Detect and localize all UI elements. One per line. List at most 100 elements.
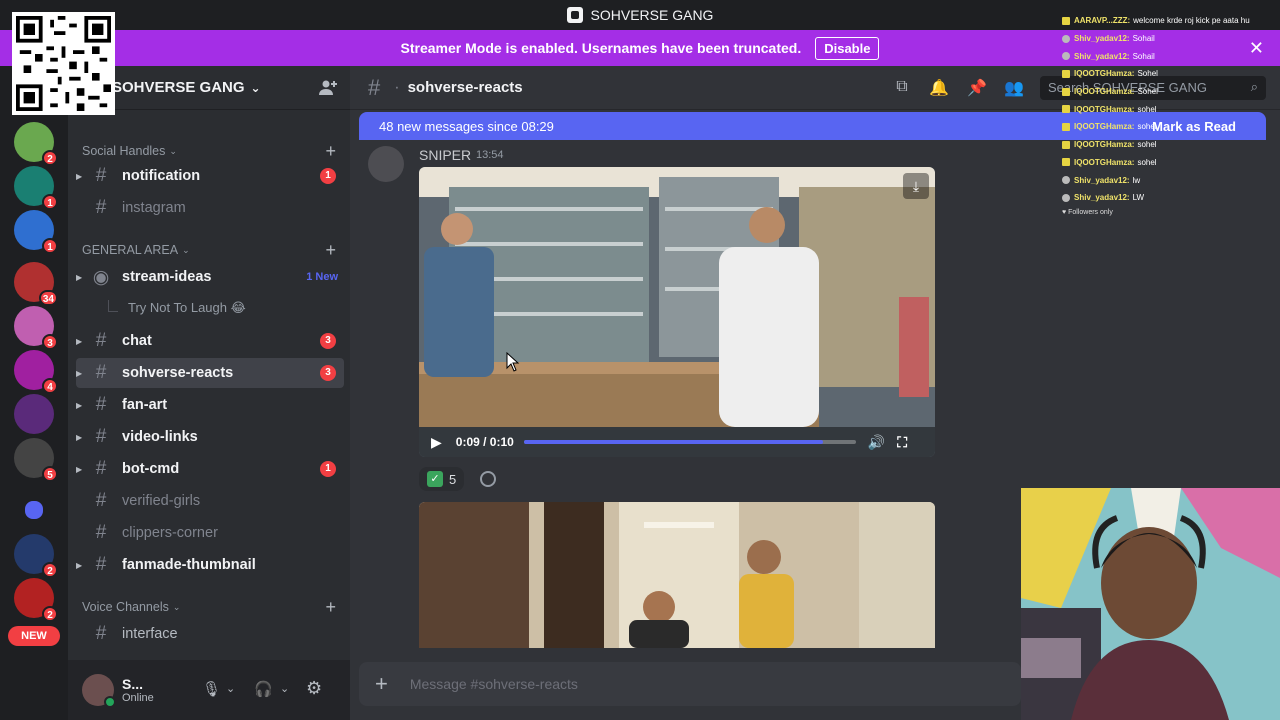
chat-message-text: Sohail — [1132, 51, 1155, 61]
user-info[interactable]: S... Online — [122, 676, 154, 704]
mouse-cursor-icon — [506, 352, 520, 372]
server-icon[interactable]: 34 — [14, 262, 58, 306]
add-channel-icon[interactable]: + — [325, 240, 336, 261]
mention-badge: 1 — [320, 461, 336, 477]
channel-notification[interactable]: ▶ # notification 1 — [76, 161, 344, 191]
channel-bot-cmd[interactable]: ▶ # bot-cmd 1 — [76, 454, 344, 484]
server-icon[interactable] — [14, 394, 54, 434]
chat-badge-icon — [1062, 105, 1070, 114]
microphone-icon[interactable]: 🎙 — [202, 680, 221, 698]
stream-chat-line: IQOOTGHamza: sohel — [1062, 136, 1262, 154]
gear-icon[interactable]: ⚙ — [306, 678, 322, 699]
video-attachment-2[interactable] — [419, 502, 935, 648]
attach-plus-icon[interactable]: + — [375, 671, 388, 697]
channel-clippers-corner[interactable]: # clippers-corner — [76, 518, 344, 548]
server-icon[interactable]: 2 — [14, 122, 58, 166]
chevron-down-icon: ⌄ — [250, 80, 261, 95]
avatar[interactable] — [368, 146, 404, 182]
chevron-down-icon: ⌄ — [182, 244, 190, 255]
volume-icon[interactable]: 🔊 — [868, 434, 885, 451]
server-icon[interactable]: 4 — [14, 350, 58, 394]
forum-channel-icon: ◉ — [92, 266, 110, 288]
category-label: GENERAL AREA — [82, 243, 179, 257]
chat-username: Shiv_yadav12: — [1074, 51, 1130, 61]
disable-streamer-mode-button[interactable]: Disable — [815, 36, 880, 60]
chat-badge-icon — [1062, 122, 1070, 131]
server-icon[interactable]: 5 — [14, 438, 58, 482]
fullscreen-icon[interactable]: ⛶ — [897, 434, 907, 451]
avatar[interactable] — [82, 674, 116, 708]
channel-name: stream-ideas — [122, 269, 212, 285]
unread-indicator-icon: ▶ — [76, 400, 83, 410]
text-channel-icon: # — [95, 458, 107, 479]
add-channel-icon[interactable]: + — [325, 597, 336, 618]
members-icon[interactable]: 👥 — [1004, 78, 1024, 98]
pin-icon[interactable]: 📌 — [967, 78, 987, 98]
server-mention-badge: 34 — [38, 290, 58, 306]
text-channel-icon: # — [95, 362, 107, 383]
text-channel-icon: # — [95, 197, 107, 218]
chat-username: IQOOTGHamza: — [1074, 140, 1135, 150]
channel-stream-ideas[interactable]: ▶ ◉ stream-ideas 1 New — [76, 262, 344, 292]
text-channel-icon: # — [95, 522, 107, 543]
channel-video-links[interactable]: ▶ # video-links — [76, 422, 344, 452]
server-icon[interactable]: 1 — [14, 166, 58, 210]
chat-username: Shiv_yadav12: — [1074, 175, 1130, 185]
text-channel-icon: # — [95, 426, 107, 447]
add-channel-icon[interactable]: + — [325, 141, 336, 162]
server-icon[interactable]: 3 — [14, 306, 58, 350]
invite-people-icon[interactable] — [318, 78, 338, 98]
chat-message-text: welcome krde roj kick pe aata hu — [1133, 16, 1250, 26]
stream-chat-line: AARAVP...ZZZ: welcome krde roj kick pe aa… — [1062, 12, 1262, 30]
unread-indicator-icon: ▶ — [76, 432, 83, 442]
channel-fan-art[interactable]: ▶ # fan-art — [76, 390, 344, 420]
video-progress-bar[interactable] — [523, 440, 856, 444]
play-icon[interactable]: ▶ — [431, 434, 442, 451]
thread-name: Try Not To Laugh 😂 — [128, 300, 246, 315]
unread-indicator-icon: ▶ — [76, 336, 83, 346]
chat-username: Shiv_yadav12: — [1074, 193, 1130, 203]
server-mention-badge: 2 — [42, 606, 58, 622]
channel-instagram[interactable]: # instagram — [76, 193, 344, 223]
category-voice-channels[interactable]: Voice Channels ⌄ + — [82, 597, 344, 617]
channel-verified-girls[interactable]: # verified-girls — [76, 486, 344, 516]
channel-name: instagram — [122, 200, 186, 216]
video-attachment[interactable]: ⤓ ▶ 0:09 / 0:10 🔊 ⛶ — [419, 167, 935, 457]
channel-sohverse-reacts[interactable]: ▶ # sohverse-reacts 3 — [76, 358, 344, 388]
text-channel-icon: # — [95, 490, 107, 511]
video-frame — [419, 167, 935, 457]
chat-message-text: sohel — [1137, 122, 1157, 132]
server-icon[interactable]: 2 — [14, 534, 58, 578]
stream-chat-line: Shiv_yadav12: Sohail — [1062, 30, 1262, 48]
chat-badge-icon — [1062, 69, 1070, 78]
message-composer[interactable]: + Message #sohverse-reacts — [359, 662, 1021, 706]
threads-icon[interactable]: ⧉ — [892, 78, 912, 98]
server-name: SOHVERSE GANG — [112, 79, 245, 96]
chat-badge-icon — [1062, 34, 1070, 43]
server-mention-badge: 2 — [42, 562, 58, 578]
server-icon[interactable]: 1 — [14, 210, 58, 254]
channel-interface[interactable]: # interface — [76, 619, 344, 649]
channel-chat[interactable]: ▶ # chat 3 — [76, 326, 344, 356]
server-icon[interactable]: 2 — [14, 578, 58, 622]
bell-icon[interactable]: 🔔 — [929, 78, 949, 98]
headphones-icon[interactable]: 🎧 — [254, 680, 273, 698]
chevron-down-icon[interactable]: ⌄ — [226, 682, 235, 695]
qr-code — [12, 12, 115, 115]
server-mention-badge: 5 — [42, 466, 58, 482]
chevron-down-icon[interactable]: ⌄ — [280, 682, 289, 695]
channel-fanmade-thumbnail[interactable]: ▶ # fanmade-thumbnail — [76, 550, 344, 580]
download-icon[interactable]: ⤓ — [903, 173, 929, 199]
stream-chat-overlay: AARAVP...ZZZ: welcome krde roj kick pe aa… — [1062, 12, 1262, 216]
category-general-area[interactable]: GENERAL AREA ⌄ + — [82, 240, 344, 260]
thread-try-not-to-laugh[interactable]: Try Not To Laugh 😂 — [108, 300, 246, 316]
server-icon[interactable] — [25, 501, 43, 519]
channel-name: video-links — [122, 429, 198, 445]
reaction-check[interactable]: ✓ 5 — [419, 467, 465, 491]
text-channel-icon: # — [95, 165, 107, 186]
message-timestamp: 13:54 — [476, 149, 504, 161]
add-reaction-icon[interactable] — [480, 471, 497, 487]
message-author[interactable]: SNIPER — [419, 147, 471, 163]
category-social-handles[interactable]: Social Handles ⌄ + — [82, 141, 344, 161]
stream-chat-line: IQOOTGHamza: Sohel — [1062, 65, 1262, 83]
